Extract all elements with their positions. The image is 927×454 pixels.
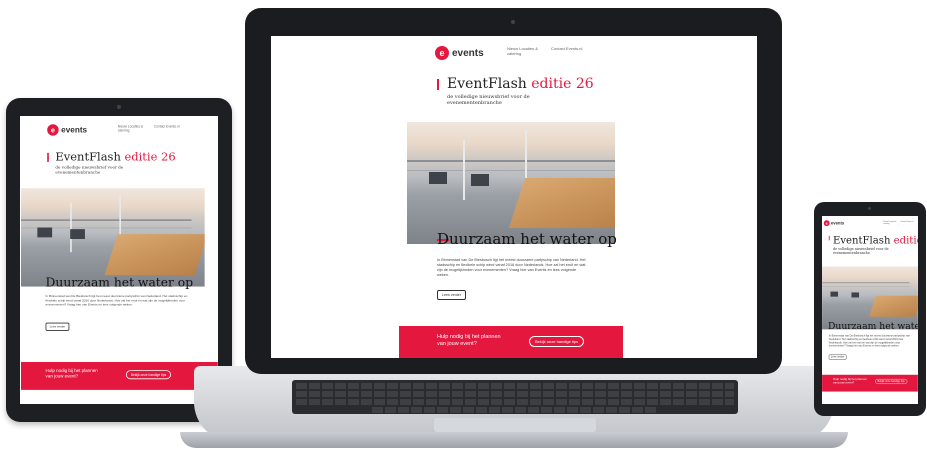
footer-tips-button[interactable]: Bekijk onze handige tips bbox=[529, 336, 585, 347]
newsletter-title: EventFlash bbox=[833, 234, 891, 247]
tablet-screen: e events Nieuw Locaties & catering Conta… bbox=[20, 116, 218, 404]
title-accent-bar bbox=[828, 235, 830, 241]
nav-link-contact[interactable]: Contact Events.nl bbox=[154, 124, 187, 128]
phone-camera bbox=[868, 207, 871, 210]
newsletter-laptop: e events Nieuw Locaties & catering Conta… bbox=[271, 36, 757, 358]
logo-mark-icon: e bbox=[435, 46, 449, 60]
logo-text: events bbox=[61, 125, 88, 135]
laptop-trackpad bbox=[434, 418, 596, 432]
newsletter-title-accent: editie 26 bbox=[893, 234, 918, 247]
article-headline[interactable]: Duurzaam het water op bbox=[46, 275, 194, 290]
logo[interactable]: e events bbox=[435, 46, 484, 60]
tablet-camera bbox=[117, 105, 121, 109]
footer-text: Hulp nodig bij het plannen van jouw even… bbox=[833, 378, 868, 385]
logo-text: events bbox=[452, 47, 484, 59]
footer-banner: Hulp nodig bij het plannen van jouw even… bbox=[822, 374, 918, 392]
newsletter-subtitle: de volledige nieuwsbrief voor de eveneme… bbox=[55, 165, 124, 176]
footer-text: Hulp nodig bij het plannen van jouw even… bbox=[437, 334, 501, 347]
read-more-button[interactable]: Lees verder bbox=[828, 354, 847, 360]
article-headline[interactable]: Duurzaam het water op bbox=[437, 230, 617, 248]
logo-mark-icon: e bbox=[823, 220, 830, 227]
nav-link-contact[interactable]: Contact Events.nl bbox=[551, 46, 591, 51]
title-accent-bar bbox=[437, 79, 439, 90]
newsletter-subtitle: de volledige nieuwsbrief voor de eveneme… bbox=[833, 247, 889, 256]
phone-screen: e events Nieuw Locaties & catering Conta… bbox=[822, 216, 918, 404]
hero-image bbox=[20, 188, 205, 287]
newsletter-title-accent: editie 26 bbox=[124, 150, 176, 164]
newsletter-subtitle: de volledige nieuwsbrief voor de eveneme… bbox=[447, 94, 530, 106]
hero-image bbox=[407, 122, 615, 244]
footer-banner: Hulp nodig bij het plannen van jouw even… bbox=[399, 326, 623, 358]
nav-link-locaties[interactable]: Nieuw Locaties & catering bbox=[118, 124, 151, 132]
article-body: In Binnenstad van De Biesbosch ligt het … bbox=[437, 258, 586, 277]
newsletter-title-accent: editie 26 bbox=[531, 76, 594, 92]
phone-device: e events Nieuw Locaties & catering Conta… bbox=[814, 202, 926, 416]
footer-tips-button[interactable]: Bekijk onze handige tips bbox=[125, 370, 172, 380]
nav-link-contact[interactable]: Contact Events.nl bbox=[900, 220, 917, 222]
laptop-screen: e events Nieuw Locaties & catering Conta… bbox=[271, 36, 757, 358]
logo[interactable]: e events bbox=[47, 124, 88, 136]
footer-text: Hulp nodig bij het plannen van jouw even… bbox=[45, 368, 98, 380]
hero-image bbox=[822, 266, 918, 330]
article-body: In Binnenstad van De Biesbosch ligt het … bbox=[828, 334, 910, 348]
newsletter-title: EventFlash bbox=[55, 150, 121, 164]
logo-text: events bbox=[830, 220, 845, 226]
logo-mark-icon: e bbox=[47, 124, 59, 136]
logo[interactable]: e events bbox=[823, 220, 845, 227]
laptop-keyboard bbox=[292, 380, 738, 414]
laptop-lid: e events Nieuw Locaties & catering Conta… bbox=[245, 8, 782, 374]
footer-tips-button[interactable]: Bekijk onze handige tips bbox=[875, 378, 908, 384]
newsletter-phone: e events Nieuw Locaties & catering Conta… bbox=[822, 216, 918, 392]
nav-link-locaties[interactable]: Nieuw Locaties & catering bbox=[883, 220, 900, 224]
article-body: In Binnenstad van De Biesbosch ligt het … bbox=[45, 294, 188, 307]
read-more-button[interactable]: Lees verder bbox=[437, 290, 466, 300]
laptop-foot bbox=[180, 432, 848, 448]
title-accent-bar bbox=[47, 152, 49, 162]
read-more-button[interactable]: Lees verder bbox=[45, 322, 70, 331]
laptop-camera bbox=[511, 20, 515, 24]
newsletter-tablet: e events Nieuw Locaties & catering Conta… bbox=[20, 116, 218, 390]
newsletter-title: EventFlash bbox=[447, 76, 527, 92]
article-headline[interactable]: Duurzaam het water op bbox=[828, 321, 918, 332]
footer-banner: Hulp nodig bij het plannen van jouw even… bbox=[20, 362, 218, 390]
nav-link-locaties[interactable]: Nieuw Locaties & catering bbox=[507, 46, 547, 56]
